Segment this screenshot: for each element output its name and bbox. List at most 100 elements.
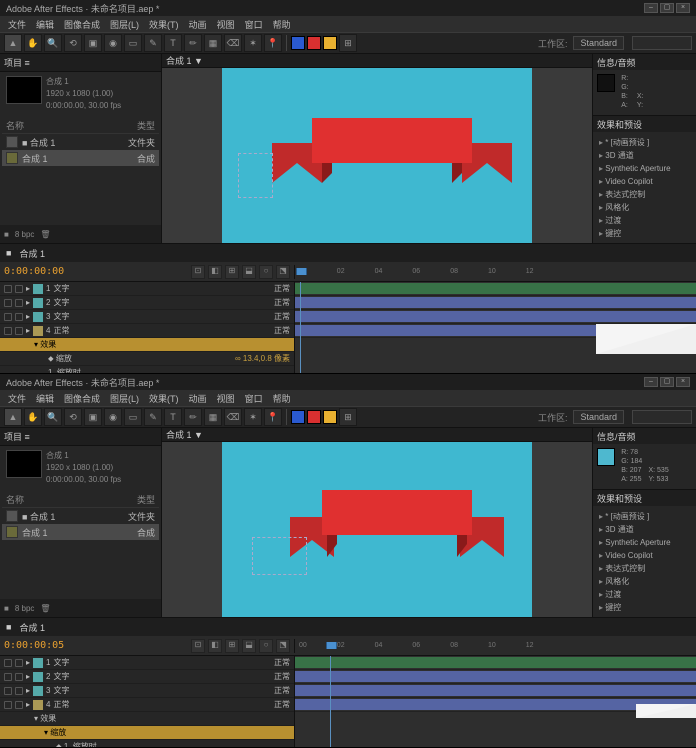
menu-file[interactable]: 文件 xyxy=(8,18,26,31)
layer-row[interactable]: ▸1文字正常 xyxy=(0,282,294,296)
tl-tool-icon[interactable]: ⊞ xyxy=(225,639,239,653)
track-playhead[interactable] xyxy=(300,282,301,373)
project-item-folder[interactable]: ■ 合成 1 文件夹 xyxy=(2,134,159,150)
minimize-button[interactable]: – xyxy=(644,3,658,13)
menu-comp[interactable]: 图像合成 xyxy=(64,18,100,31)
effects-preset-item[interactable]: 过渡 xyxy=(597,588,692,601)
layer-row[interactable]: ▸4正常正常 xyxy=(0,324,294,338)
roto-tool[interactable]: ✶ xyxy=(244,34,262,52)
camera-tool[interactable]: ▣ xyxy=(84,34,102,52)
workspace-dropdown[interactable]: Standard xyxy=(573,410,624,424)
fill-swatch-yellow[interactable] xyxy=(323,410,337,424)
menu-comp[interactable]: 图像合成 xyxy=(64,392,100,405)
effects-preset-item[interactable]: Video Copilot xyxy=(597,549,692,562)
selection-tool[interactable]: ▲ xyxy=(4,34,22,52)
effects-preset-item[interactable]: 风格化 xyxy=(597,201,692,214)
menu-help[interactable]: 帮助 xyxy=(273,392,291,405)
layer-prop-row[interactable]: 1. 缩放时 xyxy=(0,366,294,373)
type-tool[interactable]: T xyxy=(164,34,182,52)
layer-row[interactable]: ▸2文字正常 xyxy=(0,670,294,684)
menu-edit[interactable]: 编辑 xyxy=(36,18,54,31)
layer-prop-row[interactable]: ⬥ 缩放∞ 13.4,0.8 像素 xyxy=(0,352,294,366)
menu-view[interactable]: 视图 xyxy=(217,392,235,405)
playhead[interactable] xyxy=(300,268,301,275)
ribbon-shape[interactable] xyxy=(272,108,542,218)
ribbon-shape[interactable] xyxy=(272,482,542,592)
effects-preset-item[interactable]: Video Copilot xyxy=(597,175,692,188)
shape-tool[interactable]: ▭ xyxy=(124,34,142,52)
tl-tool-icon[interactable]: ⊞ xyxy=(225,265,239,279)
help-search[interactable] xyxy=(632,410,692,424)
track-area[interactable] xyxy=(295,656,696,747)
pan-behind-tool[interactable]: ◉ xyxy=(104,34,122,52)
fill-swatch-blue[interactable] xyxy=(291,410,305,424)
maximize-button[interactable]: ▢ xyxy=(660,377,674,387)
tl-tool-icon[interactable]: ⊡ xyxy=(191,265,205,279)
layer-row[interactable]: ▸4正常正常 xyxy=(0,698,294,712)
roto-tool[interactable]: ✶ xyxy=(244,408,262,426)
effects-preset-item[interactable]: 3D 通道 xyxy=(597,149,692,162)
project-tab[interactable]: 项目 ≡ xyxy=(0,54,161,72)
puppet-tool[interactable]: 📍 xyxy=(264,408,282,426)
workspace-dropdown[interactable]: Standard xyxy=(573,36,624,50)
track-playhead[interactable] xyxy=(330,656,331,747)
maximize-button[interactable]: ▢ xyxy=(660,3,674,13)
menu-layer[interactable]: 图层(L) xyxy=(110,392,139,405)
menu-window[interactable]: 窗口 xyxy=(245,392,263,405)
menu-help[interactable]: 帮助 xyxy=(273,18,291,31)
layer-row[interactable]: ▸2文字正常 xyxy=(0,296,294,310)
playhead[interactable] xyxy=(330,642,331,649)
selection-marquee[interactable] xyxy=(238,153,273,198)
effects-preset-item[interactable]: 表达式控制 xyxy=(597,562,692,575)
project-tab[interactable]: 项目 ≡ xyxy=(0,428,161,446)
bpc-toggle[interactable]: ■ xyxy=(4,230,9,239)
tl-tool-icon[interactable]: ◧ xyxy=(208,639,222,653)
effects-preset-item[interactable]: 表达式控制 xyxy=(597,188,692,201)
minimize-button[interactable]: – xyxy=(644,377,658,387)
type-tool[interactable]: T xyxy=(164,408,182,426)
pen-tool[interactable]: ✎ xyxy=(144,34,162,52)
menu-animation[interactable]: 动画 xyxy=(189,392,207,405)
effects-preset-item[interactable]: Synthetic Aperture xyxy=(597,536,692,549)
fill-swatch-red[interactable] xyxy=(307,36,321,50)
eraser-tool[interactable]: ⌫ xyxy=(224,34,242,52)
hand-tool[interactable]: ✋ xyxy=(24,34,42,52)
snap-toggle[interactable]: ⊞ xyxy=(339,408,357,426)
time-ruler[interactable]: 00020406081012 xyxy=(295,642,696,649)
snap-toggle[interactable]: ⊞ xyxy=(339,34,357,52)
pan-behind-tool[interactable]: ◉ xyxy=(104,408,122,426)
time-ruler[interactable]: 00020406081012 xyxy=(295,268,696,275)
timecode-display[interactable]: 0:00:00:05 xyxy=(4,640,64,651)
fill-swatch-yellow[interactable] xyxy=(323,36,337,50)
track-area[interactable] xyxy=(295,282,696,373)
menu-edit[interactable]: 编辑 xyxy=(36,392,54,405)
info-panel-title[interactable]: 信息/音频 xyxy=(593,54,696,70)
layer-prop-row[interactable]: ⬥ 1. 缩放时 xyxy=(0,740,294,747)
canvas-area[interactable] xyxy=(162,442,592,617)
layer-row[interactable]: ▸3文字正常 xyxy=(0,310,294,324)
tl-tool-icon[interactable]: ◧ xyxy=(208,265,222,279)
tl-tool-icon[interactable]: ⬔ xyxy=(276,265,290,279)
timeline-tab[interactable]: ■ 合成 1 xyxy=(0,618,696,636)
menu-window[interactable]: 窗口 xyxy=(245,18,263,31)
clone-tool[interactable]: ▦ xyxy=(204,34,222,52)
rotate-tool[interactable]: ⟲ xyxy=(64,34,82,52)
help-search[interactable] xyxy=(632,36,692,50)
tl-tool-icon[interactable]: ⬓ xyxy=(242,265,256,279)
project-item-folder[interactable]: ■ 合成 1文件夹 xyxy=(2,508,159,524)
effects-preset-item[interactable]: Synthetic Aperture xyxy=(597,162,692,175)
project-item-comp[interactable]: 合成 1合成 xyxy=(2,524,159,540)
effects-preset-item[interactable]: 风格化 xyxy=(597,575,692,588)
effects-preset-item[interactable]: * [动画预设 ] xyxy=(597,510,692,523)
fill-swatch-red[interactable] xyxy=(307,410,321,424)
layer-prop-group[interactable]: ▾ 效果 xyxy=(0,712,294,726)
menu-view[interactable]: 视图 xyxy=(217,18,235,31)
tl-tool-icon[interactable]: ○ xyxy=(259,639,273,653)
clone-tool[interactable]: ▦ xyxy=(204,408,222,426)
selection-tool[interactable]: ▲ xyxy=(4,408,22,426)
effects-panel-title[interactable]: 效果和预设 xyxy=(593,116,696,132)
timecode-display[interactable]: 0:00:00:00 xyxy=(4,266,64,277)
hand-tool[interactable]: ✋ xyxy=(24,408,42,426)
zoom-tool[interactable]: 🔍 xyxy=(44,34,62,52)
project-item-comp[interactable]: 合成 1 合成 xyxy=(2,150,159,166)
